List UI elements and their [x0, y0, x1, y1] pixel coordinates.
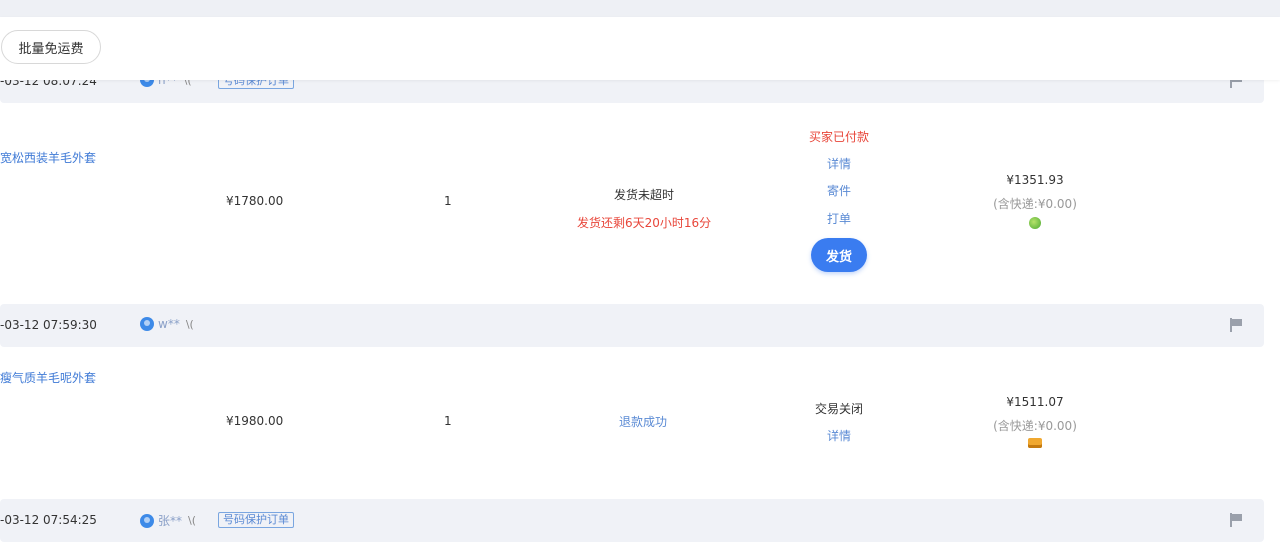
- filter-icon[interactable]: \(: [188, 514, 196, 527]
- order-state: 买家已付款: [809, 130, 870, 144]
- avatar-icon: [140, 317, 154, 331]
- green-pay-icon: [1029, 217, 1041, 229]
- product-title[interactable]: 宽松西装羊毛外套: [0, 149, 96, 166]
- product-quantity: 1: [444, 414, 452, 428]
- product-title[interactable]: 瘦气质羊毛呢外套: [0, 369, 96, 386]
- ship-countdown: 发货还剩6天20小时16分: [577, 216, 712, 230]
- buyer-info[interactable]: 张** \(: [140, 512, 196, 529]
- flag-icon[interactable]: [1230, 513, 1242, 527]
- top-strip: [0, 0, 1280, 17]
- order-amount: ¥1511.07: [1006, 395, 1064, 409]
- order-time: -03-12 07:59:30: [0, 318, 97, 332]
- shipping-status: 发货未超时: [614, 188, 675, 202]
- order-header: -03-12 07:59:30 w** \(: [0, 304, 1264, 347]
- buyer-name: w**: [158, 317, 180, 331]
- product-price: ¥1780.00: [226, 194, 284, 208]
- refund-status[interactable]: 退款成功: [619, 413, 667, 430]
- toolbar: 批量免运费: [0, 17, 1280, 80]
- ship-button[interactable]: 发货: [811, 238, 867, 272]
- order-time: -03-12 07:54:25: [0, 513, 97, 527]
- order-amount: ¥1351.93: [1006, 173, 1064, 187]
- protection-tag: 号码保护订单: [218, 512, 294, 528]
- filter-icon[interactable]: \(: [186, 318, 194, 331]
- product-quantity: 1: [444, 194, 452, 208]
- buyer-info[interactable]: w** \(: [140, 317, 194, 331]
- batch-free-shipping-button[interactable]: 批量免运费: [1, 30, 101, 64]
- send-parcel-link[interactable]: 寄件: [827, 182, 851, 199]
- print-label-link[interactable]: 打单: [827, 210, 851, 227]
- detail-link[interactable]: 详情: [827, 427, 851, 444]
- order-state: 交易关闭: [815, 402, 864, 416]
- detail-link[interactable]: 详情: [827, 155, 851, 172]
- shipping-fee-note: (含快递:¥0.00): [993, 419, 1077, 433]
- order-header: -03-12 07:54:25 张** \( 号码保护订单: [0, 499, 1264, 542]
- card-pay-icon: [1028, 438, 1042, 448]
- avatar-icon: [140, 513, 154, 528]
- product-price: ¥1980.00: [226, 414, 284, 428]
- flag-icon[interactable]: [1230, 318, 1242, 332]
- shipping-fee-note: (含快递:¥0.00): [993, 197, 1077, 211]
- buyer-name: 张**: [158, 514, 183, 528]
